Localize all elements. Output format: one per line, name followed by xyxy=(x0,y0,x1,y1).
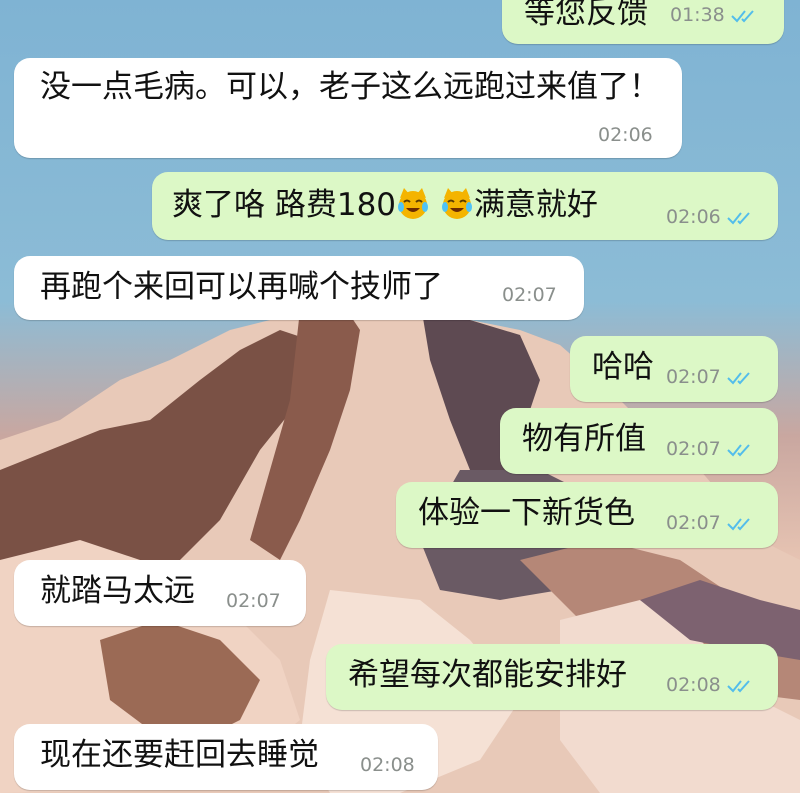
message-bubble-incoming[interactable]: 再跑个来回可以再喊个技师了 02:07 xyxy=(14,256,584,320)
cat-tears-of-joy-icon xyxy=(440,186,474,220)
message-bubble-incoming[interactable]: 现在还要赶回去睡觉 02:08 xyxy=(14,724,438,790)
cat-tears-of-joy-icon xyxy=(396,186,430,220)
message-meta: 02:07 xyxy=(666,366,755,388)
message-meta: 02:06 xyxy=(666,206,755,228)
message-text: 哈哈 xyxy=(592,349,654,385)
message-text: 没一点毛病。可以，老子这么远跑过来值了！ xyxy=(40,69,660,105)
double-check-icon xyxy=(731,7,759,23)
message-text-part: 满意就好 xyxy=(473,187,598,223)
message-time: 02:07 xyxy=(502,284,557,306)
double-check-icon xyxy=(727,441,755,457)
message-meta: 02:06 xyxy=(598,124,653,146)
message-meta: 02:07 xyxy=(226,590,281,612)
double-check-icon xyxy=(727,209,755,225)
message-time: 02:07 xyxy=(666,366,721,388)
message-bubble-incoming[interactable]: 就踏马太远 02:07 xyxy=(14,560,306,626)
message-text: 就踏马太远 xyxy=(40,573,195,609)
message-text: 物有所值 xyxy=(522,421,646,457)
message-time: 02:07 xyxy=(666,512,721,534)
message-text: 体验一下新货色 xyxy=(418,495,635,531)
message-meta: 02:07 xyxy=(666,512,755,534)
double-check-icon xyxy=(727,677,755,693)
message-time: 02:06 xyxy=(666,206,721,228)
message-list[interactable]: 等您反馈 01:38 没一点毛病。可以，老子这么远跑过来值了！ 02:06 爽了… xyxy=(0,0,800,793)
message-bubble-outgoing[interactable]: 爽了咯 路费180 满意就好 02:06 xyxy=(152,172,778,240)
message-meta: 01:38 xyxy=(670,4,759,26)
message-bubble-outgoing[interactable]: 等您反馈 01:38 xyxy=(502,0,784,44)
message-meta: 02:07 xyxy=(502,284,557,306)
message-time: 02:07 xyxy=(226,590,281,612)
double-check-icon xyxy=(727,515,755,531)
message-meta: 02:07 xyxy=(666,438,755,460)
message-bubble-outgoing[interactable]: 物有所值 02:07 xyxy=(500,408,778,474)
message-text: 爽了咯 路费180 满意就好 xyxy=(172,182,598,228)
message-time: 02:07 xyxy=(666,438,721,460)
message-bubble-incoming[interactable]: 没一点毛病。可以，老子这么远跑过来值了！ 02:06 xyxy=(14,58,682,158)
message-meta: 02:08 xyxy=(666,674,755,696)
message-time: 01:38 xyxy=(670,4,725,26)
message-text-part: 爽了咯 路费180 xyxy=(172,187,397,223)
message-bubble-outgoing[interactable]: 哈哈 02:07 xyxy=(570,336,778,402)
message-text: 等您反馈 xyxy=(524,0,648,31)
double-check-icon xyxy=(727,369,755,385)
message-text: 再跑个来回可以再喊个技师了 xyxy=(40,269,443,305)
message-text: 现在还要赶回去睡觉 xyxy=(40,737,319,773)
message-text: 希望每次都能安排好 xyxy=(348,657,627,693)
message-time: 02:08 xyxy=(666,674,721,696)
message-meta: 02:08 xyxy=(360,754,415,776)
message-bubble-outgoing[interactable]: 体验一下新货色 02:07 xyxy=(396,482,778,548)
message-time: 02:08 xyxy=(360,754,415,776)
message-bubble-outgoing[interactable]: 希望每次都能安排好 02:08 xyxy=(326,644,778,710)
message-time: 02:06 xyxy=(598,124,653,146)
